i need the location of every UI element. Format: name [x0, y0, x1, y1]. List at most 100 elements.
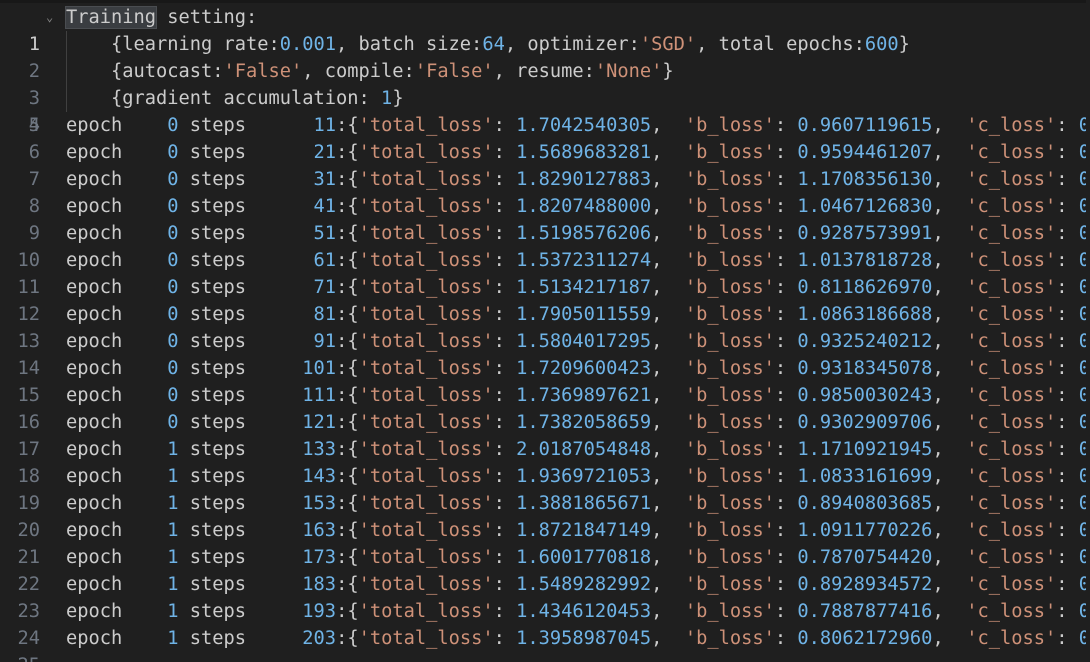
code-line[interactable]: 17 epoch 1 steps 133:{'total_loss': 2.018… [0, 436, 1090, 463]
code-line[interactable]: 16 epoch 0 steps 121:{'total_loss': 1.738… [0, 409, 1090, 436]
code-line[interactable]: 9 epoch 0 steps 51:{'total_loss': 1.51985… [0, 220, 1090, 247]
step-value: 173 [257, 547, 337, 568]
code-line[interactable]: 25 [0, 652, 1090, 662]
b-loss-key: 'b_loss' [684, 277, 775, 298]
total-loss-key: 'total_loss' [358, 574, 494, 595]
code-line[interactable]: 14 epoch 0 steps 101:{'total_loss': 1.720… [0, 355, 1090, 382]
epoch-value: 0 [167, 331, 179, 352]
steps-label: steps [178, 628, 258, 649]
line-text: : [1056, 574, 1079, 595]
c-loss-key: 'c_loss' [966, 358, 1057, 379]
code-line[interactable]: 24 epoch 1 steps 203:{'total_loss': 1.395… [0, 625, 1090, 652]
code-line[interactable]: 4 {gradient accumulation: 1} [0, 85, 1090, 136]
line-content[interactable]: epoch 1 steps 203:{'total_loss': 1.39589… [66, 625, 1090, 652]
line-number: 9 [28, 223, 40, 244]
line-content[interactable]: epoch 0 steps 41:{'total_loss': 1.820748… [66, 193, 1090, 220]
line-text: , [932, 304, 967, 325]
line-content[interactable]: epoch 0 steps 51:{'total_loss': 1.519857… [66, 220, 1090, 247]
line-text: : [493, 520, 517, 541]
line-content[interactable]: {autocast:'False', compile:'False', resu… [66, 58, 674, 85]
line-content[interactable]: epoch 1 steps 133:{'total_loss': 2.01870… [66, 436, 1090, 463]
line-content[interactable]: epoch 0 steps 101:{'total_loss': 1.72096… [66, 355, 1090, 382]
line-content[interactable]: epoch 0 steps 81:{'total_loss': 1.790501… [66, 301, 1090, 328]
line-text: : [774, 196, 798, 217]
line-content[interactable]: epoch 1 steps 143:{'total_loss': 1.93697… [66, 463, 1090, 490]
code-editor[interactable]: 1 ⌄ Training setting: 2 {learning rate:0… [0, 0, 1090, 662]
steps-label: steps [178, 223, 258, 244]
b-loss-value: 0.7870754420 [797, 547, 933, 568]
b-loss-value: 0.9325240212 [797, 331, 933, 352]
step-value: 111 [257, 385, 337, 406]
line-content[interactable]: epoch 0 steps 61:{'total_loss': 1.537231… [66, 247, 1090, 274]
line-text: : [1056, 439, 1079, 460]
code-line[interactable]: 19 epoch 1 steps 153:{'total_loss': 1.388… [0, 490, 1090, 517]
line-text: , [932, 520, 967, 541]
line-content[interactable]: {learning rate:0.001, batch size:64, opt… [66, 31, 910, 58]
number-token: 64 [482, 34, 505, 55]
line-content[interactable]: epoch 0 steps 71:{'total_loss': 1.513421… [66, 274, 1090, 301]
line-content[interactable]: epoch 1 steps 163:{'total_loss': 1.87218… [66, 517, 1090, 544]
line-text: :{ [336, 574, 359, 595]
step-value: 193 [257, 601, 337, 622]
code-line[interactable]: 3 {autocast:'False', compile:'False', re… [0, 58, 1090, 109]
total-loss-value: 1.9369721053 [516, 466, 652, 487]
line-content[interactable]: epoch 1 steps 153:{'total_loss': 1.38818… [66, 490, 1090, 517]
code-line[interactable]: 15 epoch 0 steps 111:{'total_loss': 1.736… [0, 382, 1090, 409]
code-line[interactable]: 7 epoch 0 steps 31:{'total_loss': 1.82901… [0, 166, 1090, 193]
line-text: :{ [336, 358, 359, 379]
line-content[interactable]: Training setting: [64, 4, 257, 31]
b-loss-value: 1.0863186688 [797, 304, 933, 325]
c-loss-key: 'c_loss' [966, 385, 1057, 406]
code-line[interactable]: 10 epoch 0 steps 61:{'total_loss': 1.5372… [0, 247, 1090, 274]
line-content[interactable]: epoch 0 steps 21:{'total_loss': 1.568968… [66, 139, 1090, 166]
b-loss-key: 'b_loss' [684, 601, 775, 622]
line-content[interactable]: {gradient accumulation: 1} [66, 85, 404, 112]
fold-chevron-icon[interactable]: ⌄ [46, 4, 53, 31]
total-loss-value: 1.7209600423 [516, 358, 652, 379]
code-line[interactable]: 21 epoch 1 steps 173:{'total_loss': 1.600… [0, 544, 1090, 571]
code-line[interactable]: 8 epoch 0 steps 41:{'total_loss': 1.82074… [0, 193, 1090, 220]
line-content[interactable]: epoch 0 steps 111:{'total_loss': 1.73698… [66, 382, 1090, 409]
line-text: : [493, 304, 517, 325]
b-loss-value: 0.9318345078 [797, 358, 933, 379]
line-text: , [932, 412, 967, 433]
code-line[interactable]: 18 epoch 1 steps 143:{'total_loss': 1.936… [0, 463, 1090, 490]
line-text: : [493, 358, 517, 379]
b-loss-value: 0.7887877416 [797, 601, 933, 622]
vertical-scrollbar[interactable] [1086, 0, 1090, 662]
line-content[interactable]: epoch 0 steps 91:{'total_loss': 1.580401… [66, 328, 1090, 355]
line-text: : [774, 628, 798, 649]
line-text: {autocast: [111, 61, 224, 82]
line-text: :{ [336, 250, 359, 271]
code-line[interactable]: 23 epoch 1 steps 193:{'total_loss': 1.434… [0, 598, 1090, 625]
code-line[interactable]: 6 epoch 0 steps 21:{'total_loss': 1.56896… [0, 139, 1090, 166]
line-content[interactable]: epoch 1 steps 173:{'total_loss': 1.60017… [66, 544, 1090, 571]
steps-label: steps [178, 169, 258, 190]
b-loss-value: 1.0137818728 [797, 250, 933, 271]
line-content[interactable]: epoch 0 steps 121:{'total_loss': 1.73820… [66, 409, 1090, 436]
line-number: 13 [17, 331, 40, 352]
steps-label: steps [178, 466, 258, 487]
steps-label: steps [178, 547, 258, 568]
line-number: 18 [17, 466, 40, 487]
code-line[interactable]: 12 epoch 0 steps 81:{'total_loss': 1.7905… [0, 301, 1090, 328]
code-line[interactable]: 11 epoch 0 steps 71:{'total_loss': 1.5134… [0, 274, 1090, 301]
total-loss-key: 'total_loss' [358, 196, 494, 217]
line-text: , [932, 142, 967, 163]
code-line[interactable]: 1 ⌄ Training setting: [0, 4, 1090, 55]
line-content[interactable]: epoch 0 steps 31:{'total_loss': 1.829012… [66, 166, 1090, 193]
code-line[interactable]: 2 {learning rate:0.001, batch size:64, o… [0, 31, 1090, 82]
code-line[interactable]: 13 epoch 0 steps 91:{'total_loss': 1.5804… [0, 328, 1090, 355]
line-content[interactable]: epoch 1 steps 183:{'total_loss': 1.54892… [66, 571, 1090, 598]
total-loss-value: 1.7042540305 [516, 115, 652, 136]
code-line[interactable]: 22 epoch 1 steps 183:{'total_loss': 1.548… [0, 571, 1090, 598]
line-content[interactable]: epoch 0 steps 11:{'total_loss': 1.704254… [66, 112, 1090, 139]
editor-lines[interactable]: 1 ⌄ Training setting: 2 {learning rate:0… [0, 4, 1090, 662]
line-text: , [932, 196, 967, 217]
code-line[interactable]: 20 epoch 1 steps 163:{'total_loss': 1.872… [0, 517, 1090, 544]
step-value: 41 [257, 196, 337, 217]
epoch-value: 0 [167, 250, 179, 271]
code-line[interactable]: 5 epoch 0 steps 11:{'total_loss': 1.70425… [0, 112, 1090, 139]
line-text: : [1056, 412, 1079, 433]
line-content[interactable]: epoch 1 steps 193:{'total_loss': 1.43461… [66, 598, 1090, 625]
